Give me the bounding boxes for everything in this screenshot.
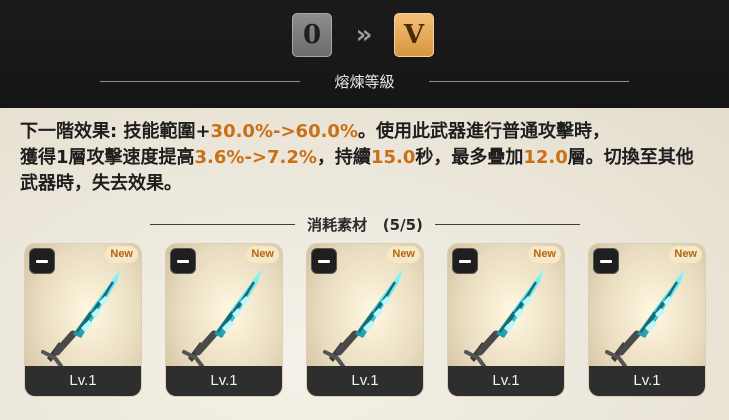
remove-material-button[interactable] bbox=[29, 248, 55, 274]
desc-text: 獲得1層攻擊速度提高 bbox=[20, 147, 195, 168]
spear-icon bbox=[33, 262, 133, 370]
section-title-refinement: 熔煉等級 bbox=[334, 73, 395, 91]
new-badge: New bbox=[387, 246, 420, 263]
new-badge: New bbox=[669, 246, 702, 263]
desc-text: 秒，最多疊加 bbox=[415, 147, 524, 168]
section-divider-right bbox=[429, 81, 629, 82]
material-card[interactable]: New Lv.1 bbox=[307, 244, 423, 396]
material-card[interactable]: New Lv.1 bbox=[589, 244, 705, 396]
desc-stacks-value: 12.0 bbox=[523, 147, 568, 168]
material-level: Lv.1 bbox=[307, 366, 423, 396]
desc-text: 下一階效果: 技能範圍+ bbox=[20, 121, 211, 142]
minus-icon bbox=[600, 259, 612, 263]
spear-icon bbox=[174, 262, 274, 370]
material-level: Lv.1 bbox=[166, 366, 282, 396]
minus-icon bbox=[177, 259, 189, 263]
new-badge: New bbox=[528, 246, 561, 263]
material-card[interactable]: New Lv.1 bbox=[448, 244, 564, 396]
remove-material-button[interactable] bbox=[170, 248, 196, 274]
minus-icon bbox=[318, 259, 330, 263]
materials-title: 消耗素材 (5/5) bbox=[300, 214, 430, 235]
remove-material-button[interactable] bbox=[593, 248, 619, 274]
desc-text: ，持續 bbox=[316, 147, 371, 168]
spear-icon bbox=[456, 262, 556, 370]
material-card[interactable]: New Lv.1 bbox=[25, 244, 141, 396]
double-chevron-right-icon: » bbox=[355, 20, 373, 50]
minus-icon bbox=[459, 259, 471, 263]
remove-material-button[interactable] bbox=[452, 248, 478, 274]
effect-description: 下一階效果: 技能範圍+30.0%->60.0%。使用此武器進行普通攻擊時， 獲… bbox=[20, 119, 710, 197]
minus-icon bbox=[36, 259, 48, 263]
spear-icon bbox=[315, 262, 415, 370]
remove-material-button[interactable] bbox=[311, 248, 337, 274]
new-badge: New bbox=[246, 246, 279, 263]
desc-duration-value: 15.0 bbox=[370, 147, 416, 168]
material-card[interactable]: New Lv.1 bbox=[166, 244, 282, 396]
materials-title-label: 消耗素材 bbox=[307, 216, 368, 234]
material-level: Lv.1 bbox=[448, 366, 564, 396]
materials-divider-right bbox=[435, 224, 580, 225]
new-badge: New bbox=[105, 246, 138, 263]
next-rank-badge: V bbox=[394, 13, 434, 57]
section-divider-left bbox=[100, 81, 300, 82]
materials-divider-left bbox=[150, 224, 295, 225]
material-level: Lv.1 bbox=[25, 366, 141, 396]
desc-speed-value: 3.6%->7.2% bbox=[194, 147, 317, 168]
spear-icon bbox=[597, 262, 697, 370]
materials-count: (5/5) bbox=[382, 216, 423, 234]
desc-text: 。使用此武器進行普通攻擊時， bbox=[358, 121, 610, 142]
material-level: Lv.1 bbox=[589, 366, 705, 396]
current-rank-badge: 0 bbox=[292, 13, 332, 57]
desc-range-value: 30.0%->60.0% bbox=[210, 121, 358, 142]
